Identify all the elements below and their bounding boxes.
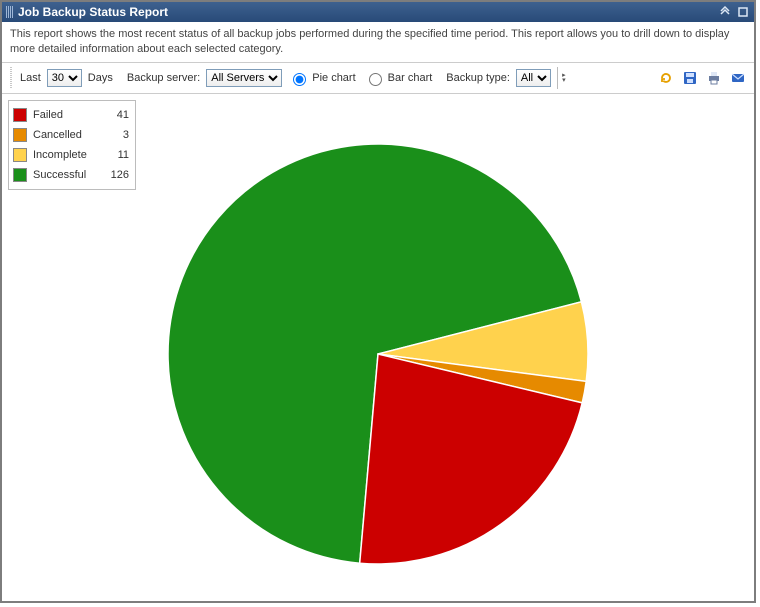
maximize-icon[interactable] [736, 5, 750, 19]
days-label: Days [88, 72, 113, 84]
collapse-icon[interactable] [718, 5, 732, 19]
last-label: Last [20, 72, 41, 84]
backup-server-select[interactable]: All Servers [206, 69, 282, 87]
pie-chart [158, 134, 598, 574]
refresh-button[interactable] [657, 69, 675, 87]
chart-area: Failed 41 Cancelled 3 Incomplete 11 Successful… [2, 94, 754, 599]
bar-chart-radio[interactable] [369, 73, 382, 86]
legend-label: Successful [33, 169, 99, 181]
window-title: Job Backup Status Report [18, 5, 168, 19]
save-button[interactable] [681, 69, 699, 87]
bar-chart-radio-label[interactable]: Bar chart [388, 72, 433, 84]
legend-row-successful[interactable]: Successful 126 [13, 165, 129, 185]
legend-swatch-icon [13, 108, 27, 122]
email-button[interactable] [729, 69, 747, 87]
legend-swatch-icon [13, 148, 27, 162]
legend-row-failed[interactable]: Failed 41 [13, 105, 129, 125]
backup-server-label: Backup server: [127, 72, 200, 84]
legend-row-incomplete[interactable]: Incomplete 11 [13, 145, 129, 165]
legend-label: Cancelled [33, 129, 99, 141]
legend-swatch-icon [13, 168, 27, 182]
report-window: Job Backup Status Report This report sho… [0, 0, 756, 603]
legend-row-cancelled[interactable]: Cancelled 3 [13, 125, 129, 145]
chart-legend: Failed 41 Cancelled 3 Incomplete 11 Successful… [8, 100, 136, 190]
print-button[interactable] [705, 69, 723, 87]
legend-label: Failed [33, 109, 99, 121]
legend-count: 3 [105, 129, 129, 141]
report-description: This report shows the most recent status… [2, 22, 754, 63]
titlebar: Job Backup Status Report [2, 2, 754, 22]
legend-count: 126 [105, 169, 129, 181]
toolbar: Last 30 Days Backup server: All Servers … [2, 63, 754, 94]
pie-chart-radio[interactable] [293, 73, 306, 86]
legend-swatch-icon [13, 128, 27, 142]
toolbar-overflow-icon[interactable]: ▸▾ [557, 67, 570, 89]
backup-type-select[interactable]: All [516, 69, 551, 87]
backup-type-label: Backup type: [446, 72, 510, 84]
legend-count: 11 [105, 149, 129, 161]
legend-label: Incomplete [33, 149, 99, 161]
toolbar-grip-icon [10, 67, 12, 89]
legend-count: 41 [105, 109, 129, 121]
pie-chart-radio-label[interactable]: Pie chart [312, 72, 355, 84]
days-select[interactable]: 30 [47, 69, 82, 87]
titlebar-grip-icon [6, 6, 14, 18]
